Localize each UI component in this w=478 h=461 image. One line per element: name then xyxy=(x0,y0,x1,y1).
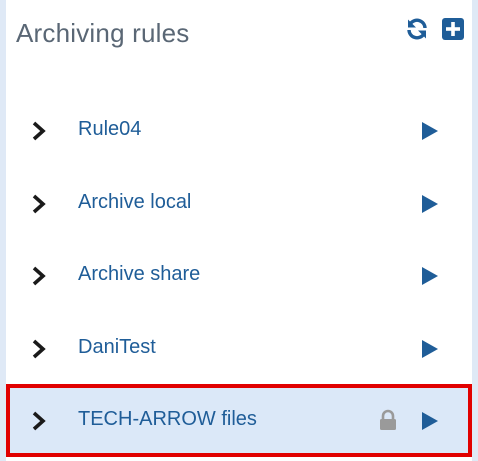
rule-label: Rule04 xyxy=(78,118,142,140)
refresh-icon xyxy=(407,18,427,40)
play-icon[interactable] xyxy=(420,194,440,214)
panel-header: Archiving rules xyxy=(6,0,472,74)
chevron-right-icon[interactable] xyxy=(30,264,48,288)
rule-label: Archive share xyxy=(78,263,201,285)
rule-item-tech-arrow-files[interactable]: TECH-ARROW files xyxy=(6,384,472,457)
play-icon[interactable] xyxy=(420,339,440,359)
rule-item-danitest[interactable]: DaniTest xyxy=(6,314,472,384)
play-icon[interactable] xyxy=(420,411,440,431)
header-actions xyxy=(404,16,466,42)
rule-label: DaniTest xyxy=(78,336,156,358)
rule-item-archive-local[interactable]: Archive local xyxy=(6,169,472,239)
play-icon[interactable] xyxy=(420,121,440,141)
refresh-button[interactable] xyxy=(404,16,430,42)
add-rule-button[interactable] xyxy=(440,16,466,42)
panel-title: Archiving rules xyxy=(16,18,190,48)
add-icon xyxy=(442,18,464,40)
archiving-rules-panel: Archiving rules Rule04 Archive local Arc… xyxy=(6,0,472,461)
chevron-right-icon[interactable] xyxy=(30,119,48,143)
lock-icon xyxy=(380,409,396,430)
chevron-right-icon[interactable] xyxy=(30,337,48,361)
rule-item-archive-share[interactable]: Archive share xyxy=(6,241,472,311)
rule-item-rule04[interactable]: Rule04 xyxy=(6,96,472,166)
chevron-right-icon[interactable] xyxy=(30,192,48,216)
rule-label: Archive local xyxy=(78,191,192,213)
rule-label: TECH-ARROW files xyxy=(78,408,257,430)
chevron-right-icon[interactable] xyxy=(30,409,48,433)
play-icon[interactable] xyxy=(420,266,440,286)
